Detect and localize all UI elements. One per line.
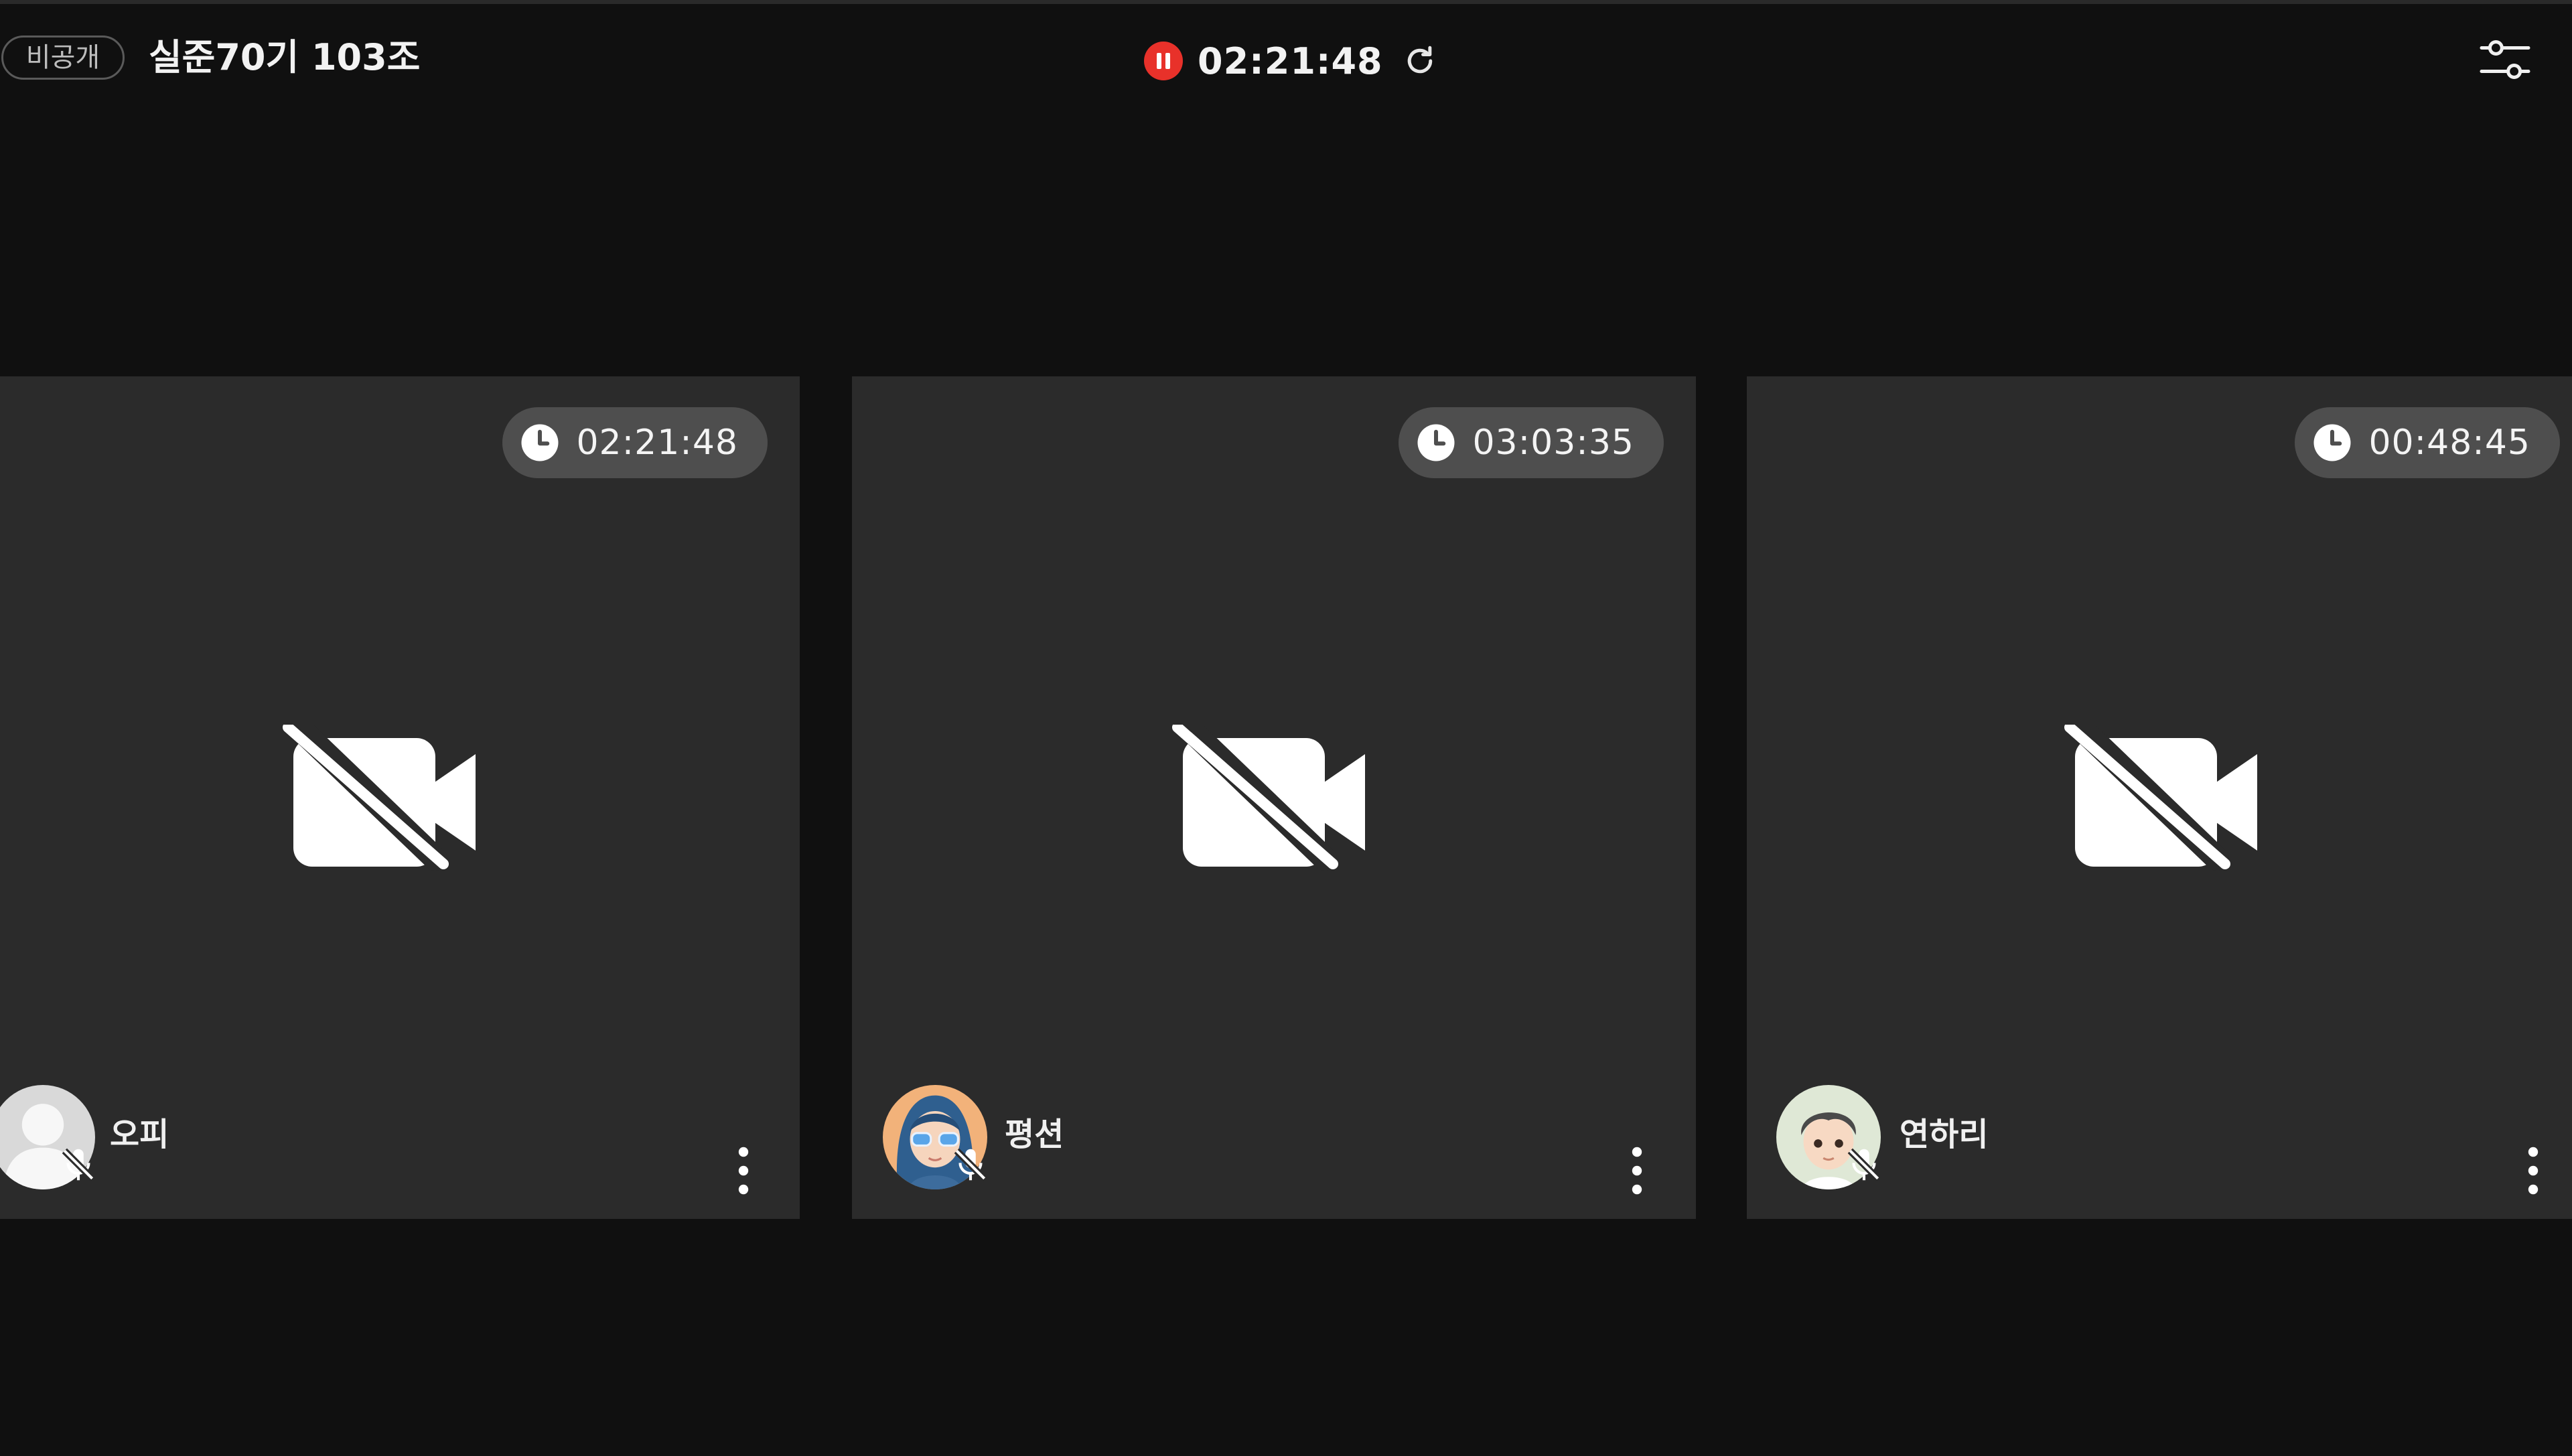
pause-icon[interactable] (1144, 42, 1183, 80)
clock-icon (2313, 424, 2351, 461)
participant-name: 오피 (110, 1116, 169, 1153)
participant-tile[interactable]: 02:21:48 오피 (0, 376, 800, 1219)
recording-status: 02:21:48 (1144, 38, 1438, 84)
participant-timer: 02:21:48 (502, 407, 768, 478)
room-title: 실준70기 103조 (149, 36, 421, 78)
timer-text: 03:03:35 (1472, 423, 1634, 463)
timer-text: 00:48:45 (2368, 423, 2530, 463)
participant-timer: 03:03:35 (1399, 407, 1664, 478)
timer-text: 02:21:48 (576, 423, 738, 463)
camera-off-icon (283, 725, 476, 871)
camera-off-icon (1172, 725, 1365, 871)
participant-tile[interactable]: 03:03:35 평션 (852, 376, 1696, 1219)
header: 비공개 실준70기 103조 02:21:48 (0, 4, 2572, 111)
recording-time: 02:21:48 (1198, 40, 1383, 82)
camera-off-icon (2064, 725, 2257, 871)
participant-name: 연하리 (1900, 1116, 1989, 1153)
participant-name: 평션 (1005, 1116, 1064, 1153)
more-options-icon[interactable] (2520, 1144, 2547, 1197)
clock-icon (1417, 424, 1455, 461)
mic-off-icon (1847, 1148, 1881, 1181)
sliders-icon[interactable] (2478, 36, 2532, 83)
mic-off-icon (62, 1148, 95, 1181)
clock-icon (521, 424, 559, 461)
privacy-badge[interactable]: 비공개 (1, 35, 125, 80)
more-options-icon[interactable] (730, 1144, 757, 1197)
refresh-icon[interactable] (1402, 43, 1438, 79)
participant-tile[interactable]: 00:48:45 연하리 (1747, 376, 2572, 1219)
participant-timer: 00:48:45 (2295, 407, 2560, 478)
mic-off-icon (954, 1148, 987, 1181)
more-options-icon[interactable] (1624, 1144, 1650, 1197)
